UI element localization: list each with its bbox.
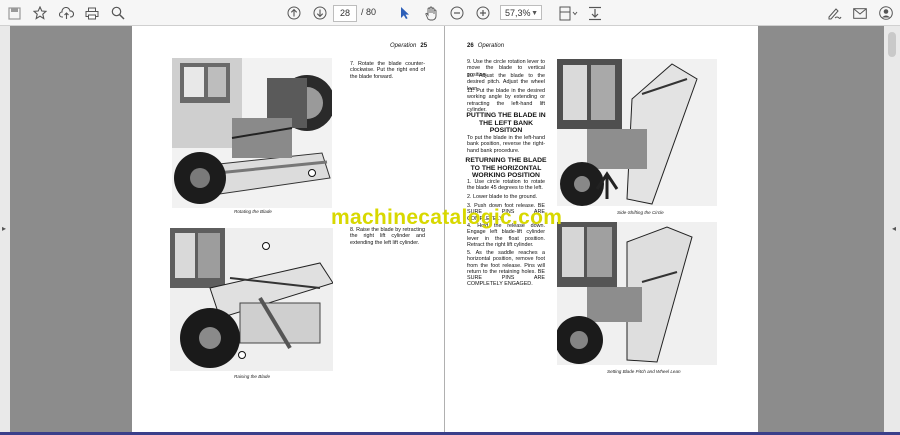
header-section: Operation [390,43,417,49]
header-section: Operation [477,43,505,49]
text-paragraph: 1. Use circle rotation to rotate the bla… [467,179,545,192]
figure-caption: Side-Shifting the Circle [617,210,664,215]
page-header-right: 26 Operation [467,43,504,49]
page-header-left: Operation 25 [390,43,427,49]
photo-side-shifting-circle [557,59,717,206]
right-panel-toggle-icon[interactable]: ◂ [892,224,896,233]
page-number-input[interactable]: 28 [333,5,357,22]
scrollbar-thumb[interactable] [888,32,896,57]
zoom-in-icon[interactable] [474,4,492,22]
figure-caption: Raising the Blade [234,374,271,379]
page-number: 25 [420,43,428,49]
text-paragraph: 11. Put the blade in the desired working… [467,88,545,113]
text-paragraph: 7. Rotate the blade counter-clockwise. P… [350,61,425,80]
mail-icon[interactable] [851,4,869,22]
print-icon[interactable] [83,4,101,22]
page-up-icon[interactable] [285,4,303,22]
photo-raising-blade [170,228,333,371]
account-icon[interactable] [877,4,895,22]
toolbar: 28 / 80 57,3% ▼ [0,0,900,26]
photo-rotating-blade [172,58,332,208]
page-number: 26 [467,43,474,49]
page-down-icon[interactable] [311,4,329,22]
chevron-down-icon: ▼ [531,10,538,17]
figure-caption: Setting Blade Pitch and Wheel Lean [607,369,681,374]
upload-icon[interactable] [57,4,75,22]
zoom-value: 57,3% [505,8,531,18]
text-paragraph: To put the blade in the left-hand bank p… [467,135,545,154]
watermark-text: machinecatalogic.com [331,206,563,229]
save-icon[interactable] [5,4,23,22]
figure-caption: Rotating the Blade [234,209,272,214]
photo-blade-pitch [557,222,717,365]
scroll-mode-icon[interactable] [586,4,604,22]
left-panel-toggle-icon[interactable]: ▸ [2,224,6,233]
sign-icon[interactable] [825,4,843,22]
zoom-search-icon[interactable] [109,4,127,22]
text-paragraph: 5. As the saddle reaches a horizontal po… [467,250,545,288]
fit-page-icon[interactable] [558,4,580,22]
select-cursor-icon[interactable] [396,4,414,22]
bookmark-icon[interactable] [31,4,49,22]
section-heading: PUTTING THE BLADE IN THE LEFT BANK POSIT… [466,112,546,135]
hand-icon[interactable] [422,4,440,22]
zoom-select[interactable]: 57,3% ▼ [500,5,542,20]
zoom-out-icon[interactable] [448,4,466,22]
page-total: / 80 [361,7,377,17]
section-heading: RETURNING THE BLADE TO THE HORIZONTAL WO… [465,157,547,180]
text-paragraph: 2. Lower blade to the ground. [467,194,538,200]
